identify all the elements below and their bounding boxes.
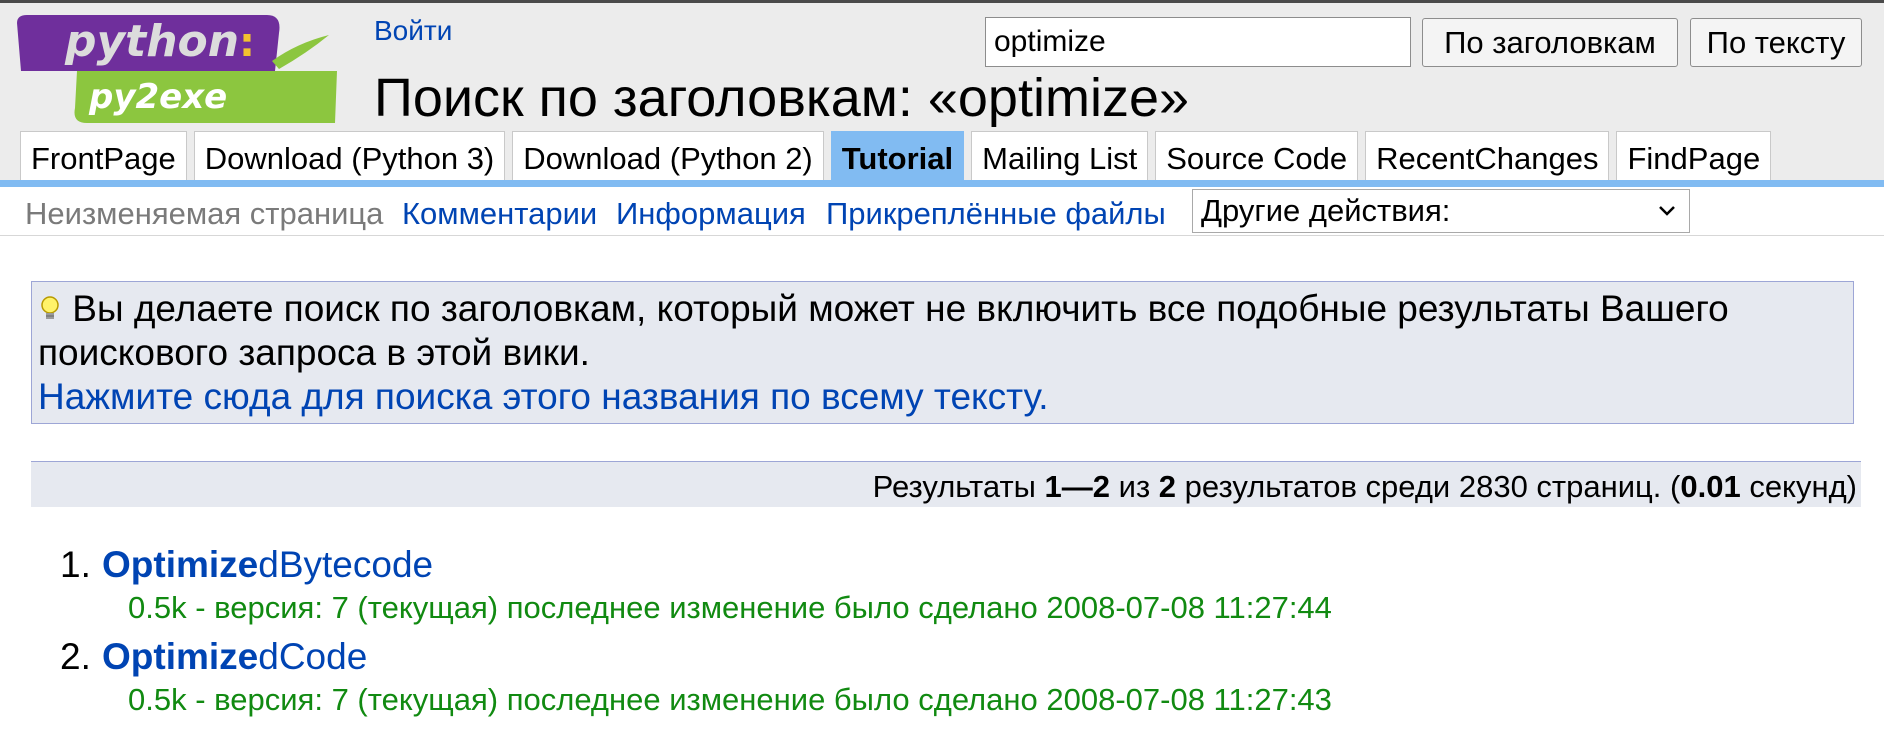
search-result-item: 2. OptimizedCode 0.5k - версия: 7 (текущ… [0, 630, 1500, 722]
search-titles-button[interactable]: По заголовкам [1422, 18, 1678, 67]
stats-of: из [1110, 469, 1159, 504]
nav-tab-download-python3[interactable]: Download (Python 3) [193, 131, 506, 185]
immutable-page-label: Неизменяемая страница [25, 196, 384, 231]
stats-range: 1—2 [1044, 469, 1111, 504]
notice-text: Вы делаете поиск по заголовкам, который … [38, 288, 1729, 373]
attachments-link[interactable]: Прикреплённые файлы [826, 196, 1166, 232]
stats-total: 2 [1158, 469, 1177, 504]
logo-bottom-text: py2exe [88, 77, 227, 117]
nav-tab-findpage[interactable]: FindPage [1616, 131, 1772, 185]
search-stats: Результаты 1—2 из 2 результатов среди 28… [31, 461, 1861, 507]
navbar: FrontPage Download (Python 3) Download (… [20, 131, 1778, 185]
stats-time: 0.01 [1680, 469, 1741, 504]
search-text-button[interactable]: По тексту [1690, 18, 1862, 67]
result-meta: 0.5k - версия: 7 (текущая) последнее изм… [128, 682, 1332, 717]
stats-suffix: секунд) [1740, 469, 1857, 504]
navbar-divider [0, 180, 1884, 187]
nav-tab-frontpage[interactable]: FrontPage [20, 131, 187, 185]
page-title: Поиск по заголовкам: «optimize» [374, 68, 1190, 128]
svg-text::: : [239, 20, 255, 66]
chevron-down-icon [1659, 206, 1675, 216]
fulltext-search-link[interactable]: Нажмите сюда для поиска этого названия п… [38, 376, 1049, 417]
result-title-match: Optimize [102, 544, 259, 585]
nav-tab-download-python2[interactable]: Download (Python 2) [512, 131, 824, 185]
search-input[interactable] [985, 17, 1411, 67]
page-header: python : py2exe Войти Поиск по заголовка… [0, 0, 1884, 185]
nav-tab-recent-changes[interactable]: RecentChanges [1365, 131, 1610, 185]
result-title-match: Optimize [102, 636, 259, 677]
nav-tab-mailing-list[interactable]: Mailing List [971, 131, 1149, 185]
result-title-rest: dBytecode [258, 544, 434, 585]
lightbulb-icon [41, 296, 59, 319]
result-number: 1. [60, 544, 91, 585]
search-result-item: 1. OptimizedBytecode 0.5k - версия: 7 (т… [0, 538, 1500, 630]
python-py2exe-logo[interactable]: python : py2exe [17, 13, 337, 123]
logo-top-text: python [64, 16, 239, 67]
result-title-link[interactable]: OptimizedCode [102, 636, 367, 678]
result-number: 2. [60, 636, 91, 677]
nav-tab-source-code[interactable]: Source Code [1155, 131, 1359, 185]
comments-link[interactable]: Комментарии [402, 196, 597, 232]
login-link[interactable]: Войти [374, 15, 452, 47]
nav-tab-tutorial[interactable]: Tutorial [830, 131, 965, 185]
result-meta: 0.5k - версия: 7 (текущая) последнее изм… [128, 590, 1332, 625]
more-actions-select[interactable]: Другие действия: [1192, 189, 1690, 233]
result-title-link[interactable]: OptimizedBytecode [102, 544, 433, 586]
search-results: 1. OptimizedBytecode 0.5k - версия: 7 (т… [0, 538, 1500, 722]
info-link[interactable]: Информация [616, 196, 806, 232]
search-notice: Вы делаете поиск по заголовкам, который … [31, 281, 1854, 424]
stats-middle: результатов среди 2830 страниц. ( [1176, 469, 1681, 504]
result-title-rest: dCode [258, 636, 368, 677]
more-actions-label: Другие действия: [1201, 193, 1451, 228]
stats-prefix: Результаты [872, 469, 1045, 504]
page-actions-bar: Неизменяемая страница Комментарии Информ… [0, 187, 1884, 236]
